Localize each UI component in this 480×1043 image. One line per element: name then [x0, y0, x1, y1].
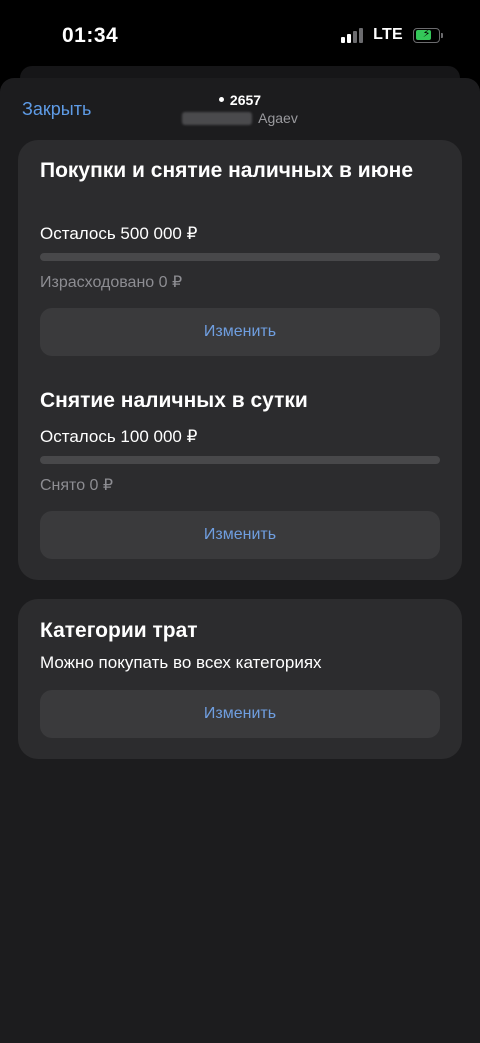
card-header: 2657 Agaev: [0, 92, 480, 130]
status-bar: 01:34 LTE ⚡: [0, 0, 480, 70]
daily-cash-limit-progress: [40, 456, 440, 464]
monthly-limit-remaining: Осталось 500 000 ₽: [40, 224, 198, 243]
monthly-limit-progress: [40, 253, 440, 261]
daily-cash-limit-change-button[interactable]: Изменить: [40, 511, 440, 559]
categories-title: Категории трат: [40, 619, 198, 642]
battery-charging-icon: ⚡: [413, 27, 443, 43]
signal-icon: [341, 27, 364, 43]
daily-cash-limit-title: Снятие наличных в сутки: [40, 389, 308, 412]
bullet-icon: [218, 97, 224, 103]
network-type: LTE: [373, 26, 403, 43]
categories-card: Категории трат Можно покупать во всех ка…: [18, 599, 462, 759]
monthly-limit-change-button[interactable]: Изменить: [40, 308, 440, 356]
status-indicators: LTE ⚡: [341, 26, 443, 44]
limits-sheet: Закрыть 2657 Agaev Покупки и снятие нали…: [0, 78, 480, 1043]
card-owner: Agaev: [182, 110, 298, 126]
limits-card: Покупки и снятие наличных в июне Осталос…: [18, 140, 462, 580]
redacted-name: [182, 111, 253, 125]
categories-change-button[interactable]: Изменить: [40, 690, 440, 738]
categories-description: Можно покупать во всех категориях: [40, 653, 322, 672]
card-number: 2657: [0, 92, 480, 108]
daily-cash-limit-remaining: Осталось 100 000 ₽: [40, 427, 198, 446]
screen: 01:34 LTE ⚡ Закрыть 2657 Agaev Покупки и…: [0, 0, 480, 1043]
monthly-limit-used: Израсходовано 0 ₽: [40, 274, 183, 291]
owner-name: Agaev: [258, 110, 298, 126]
daily-cash-limit-used: Снято 0 ₽: [40, 477, 114, 494]
status-time: 01:34: [62, 24, 119, 47]
monthly-limit-title: Покупки и снятие наличных в июне: [40, 159, 414, 182]
card-number-value: 2657: [229, 92, 262, 108]
